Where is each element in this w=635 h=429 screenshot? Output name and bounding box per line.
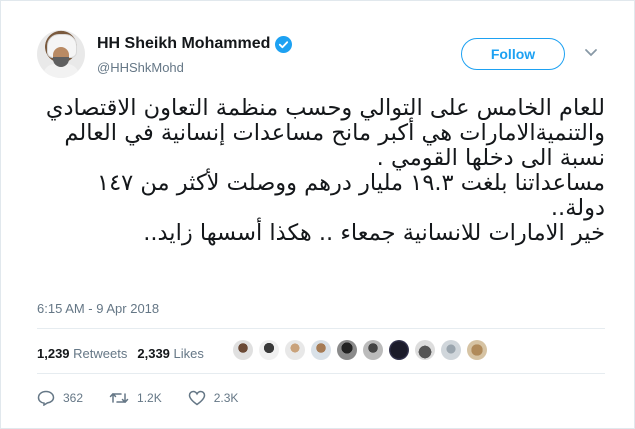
tweet-line: دولة.. — [550, 195, 605, 221]
liker-avatar[interactable] — [441, 340, 461, 360]
reply-icon — [37, 390, 55, 406]
liker-avatar[interactable] — [415, 340, 435, 360]
tweet-line: خير الامارات للانسانية جمعاء .. هكذا أسس… — [143, 220, 605, 246]
liker-avatar[interactable] — [467, 340, 487, 360]
tweet-line: للعام الخامس على التوالي وحسب منظمة التع… — [45, 95, 605, 121]
tweet-line: والتنميةالامارات هي أكبر مانح مساعدات إن… — [64, 120, 605, 146]
tweet-actions: 362 1.2K 2.3K — [37, 390, 264, 406]
like-button[interactable]: 2.3K — [188, 390, 239, 406]
tweet-line: نسبة الى دخلها القومي . — [376, 145, 605, 171]
reply-button[interactable]: 362 — [37, 390, 83, 406]
verified-badge-icon — [275, 35, 293, 53]
tweet-text: للعام الخامس على التوالي وحسب منظمة التع… — [37, 96, 605, 246]
retweet-button[interactable]: 1.2K — [109, 390, 162, 406]
engagement-stats: 1,239 Retweets 2,339 Likes — [37, 346, 204, 361]
tweet-line: مساعداتنا بلغت ١٩.٣ مليار درهم ووصلت لأك… — [97, 170, 605, 196]
liker-avatars — [233, 340, 487, 360]
chevron-down-icon[interactable] — [584, 48, 598, 58]
like-count: 2.3K — [213, 391, 239, 405]
follow-button[interactable]: Follow — [461, 38, 565, 70]
avatar[interactable] — [37, 30, 85, 78]
liker-avatar[interactable] — [233, 340, 253, 360]
retweet-count: 1.2K — [137, 391, 162, 405]
tweet-header: HH Sheikh Mohammed @HHShkMohd Follow — [37, 30, 607, 86]
display-name[interactable]: HH Sheikh Mohammed — [97, 35, 270, 53]
likes-stat[interactable]: 2,339 Likes — [137, 346, 204, 361]
author-handle[interactable]: @HHShkMohd — [97, 60, 184, 75]
liker-avatar[interactable] — [363, 340, 383, 360]
retweets-label: Retweets — [73, 346, 128, 361]
retweet-icon — [109, 393, 129, 403]
heart-icon — [188, 390, 205, 406]
likes-label: Likes — [173, 346, 204, 361]
author-name-row[interactable]: HH Sheikh Mohammed — [97, 35, 293, 53]
liker-avatar[interactable] — [285, 340, 305, 360]
retweets-stat[interactable]: 1,239 Retweets — [37, 346, 127, 361]
divider — [37, 328, 605, 329]
divider — [37, 373, 605, 374]
retweets-count: 1,239 — [37, 346, 70, 361]
liker-avatar[interactable] — [311, 340, 331, 360]
liker-avatar[interactable] — [259, 340, 279, 360]
likes-count: 2,339 — [137, 346, 170, 361]
reply-count: 362 — [63, 391, 84, 405]
tweet-timestamp[interactable]: 6:15 AM - 9 Apr 2018 — [37, 301, 159, 316]
liker-avatar[interactable] — [337, 340, 357, 360]
liker-avatar[interactable] — [389, 340, 409, 360]
